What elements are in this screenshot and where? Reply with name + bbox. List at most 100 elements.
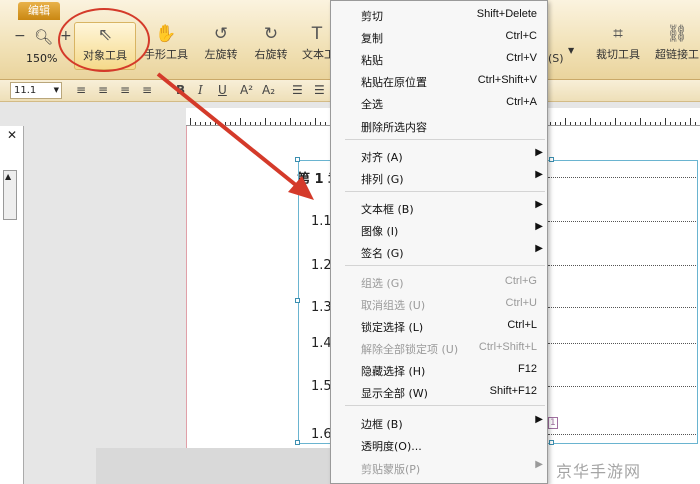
align-right-icon[interactable]: ≡ xyxy=(120,83,130,97)
align-left-icon[interactable]: ≡ xyxy=(76,83,86,97)
tab-edit[interactable]: 编辑 xyxy=(18,2,60,20)
menu-item-shortcut: F12 xyxy=(518,363,537,375)
submenu-arrow-icon: ▶ xyxy=(535,199,543,210)
subscript-icon[interactable]: A₂ xyxy=(262,83,275,97)
ruler-tick xyxy=(565,118,566,125)
ruler-tick xyxy=(605,122,606,125)
menu-item-label: 对齐 (A) xyxy=(361,151,403,164)
ruler-tick xyxy=(205,122,206,125)
menu-item-label: 图像 (I) xyxy=(361,225,399,238)
menu-item-label: 解除全部锁定项 (U) xyxy=(361,343,459,356)
chevron-down-icon[interactable]: ▼ xyxy=(568,46,574,55)
menu-item-label: 排列 (G) xyxy=(361,173,404,186)
menu-item-shortcut: Shift+Delete xyxy=(476,8,537,20)
ruler-tick xyxy=(325,122,326,125)
close-icon[interactable]: ✕ xyxy=(0,128,24,144)
menu-item-select-all[interactable]: 全选 Ctrl+A xyxy=(331,92,549,114)
ruler-tick xyxy=(635,122,636,125)
ruler-tick xyxy=(640,118,641,125)
menu-item-shortcut: Ctrl+Shift+V xyxy=(477,74,537,86)
menu-item-group[interactable]: 组选 (G) Ctrl+G xyxy=(331,271,549,293)
menu-item-textbox[interactable]: 文本框 (B) ▶ xyxy=(331,197,549,219)
menu-item-signature[interactable]: 签名 (G) ▶ xyxy=(331,241,549,263)
ruler-tick xyxy=(620,122,621,125)
rotate-right-button[interactable]: ↻ 右旋转 xyxy=(252,22,290,70)
submenu-arrow-icon: ▶ xyxy=(535,243,543,254)
resize-handle[interactable] xyxy=(549,157,554,162)
menu-item-ungroup[interactable]: 取消组选 (U) Ctrl+U xyxy=(331,293,549,315)
ruler-tick xyxy=(575,122,576,125)
menu-separator xyxy=(345,139,545,140)
chevron-down-icon: ▼ xyxy=(53,86,59,94)
hand-tool-button[interactable]: ✋ 手形工具 xyxy=(142,22,190,70)
ruler-tick xyxy=(260,122,261,125)
align-center-icon[interactable]: ≡ xyxy=(98,83,108,97)
menu-item-image[interactable]: 图像 (I) ▶ xyxy=(331,219,549,241)
ruler-tick xyxy=(305,122,306,125)
ruler-tick xyxy=(555,122,556,125)
workspace-background xyxy=(96,448,350,484)
annotation-circle xyxy=(58,8,150,72)
bold-icon[interactable]: B xyxy=(176,83,185,97)
list-numbered-icon[interactable]: ☰ xyxy=(314,83,325,97)
menu-item-cut[interactable]: 剪切 Shift+Delete xyxy=(331,4,549,26)
ruler-tick xyxy=(690,118,691,125)
ruler-tick xyxy=(650,122,651,125)
ruler-tick xyxy=(250,122,251,125)
ruler-tick xyxy=(225,122,226,125)
resize-handle[interactable] xyxy=(295,157,300,162)
crop-tool-label: 裁切工具 xyxy=(596,48,640,61)
zoom-out-icon[interactable]: − xyxy=(14,28,26,44)
menu-item-hide-selection[interactable]: 隐藏选择 (H) F12 xyxy=(331,359,549,381)
italic-icon[interactable]: I xyxy=(198,83,203,97)
menu-item-paste-in-place[interactable]: 粘贴在原位置 Ctrl+Shift+V xyxy=(331,70,549,92)
menu-item-label: 文本框 (B) xyxy=(361,203,414,216)
menu-item-align[interactable]: 对齐 (A) ▶ xyxy=(331,145,549,167)
ruler-tick xyxy=(665,118,666,125)
ruler-tick xyxy=(550,122,551,125)
menu-item-copy[interactable]: 复制 Ctrl+C xyxy=(331,26,549,48)
menu-item-shortcut: Ctrl+U xyxy=(505,297,537,309)
ruler-tick xyxy=(190,118,191,125)
resize-handle[interactable] xyxy=(295,298,300,303)
ruler-tick xyxy=(660,122,661,125)
rotate-left-button[interactable]: ↺ 左旋转 xyxy=(202,22,240,70)
menu-item-label: 剪切 xyxy=(361,10,383,23)
menu-item-clipping-mask[interactable]: 剪贴蒙版(P) ▶ xyxy=(331,457,549,479)
menu-item-label: 显示全部 (W) xyxy=(361,387,428,400)
underline-icon[interactable]: U xyxy=(218,83,227,97)
menu-separator xyxy=(345,265,545,266)
font-size-select[interactable]: 11.1 ▼ xyxy=(10,82,62,99)
rotate-left-icon: ↺ xyxy=(213,24,229,44)
menu-item-shortcut: Ctrl+C xyxy=(505,30,537,42)
menu-item-shortcut: Ctrl+G xyxy=(504,275,537,287)
ruler-tick xyxy=(280,122,281,125)
menu-item-border[interactable]: 边框 (B) ▶ xyxy=(331,412,549,434)
superscript-icon[interactable]: A² xyxy=(240,83,253,97)
ruler-tick xyxy=(610,122,611,125)
resize-handle[interactable] xyxy=(295,440,300,445)
menu-separator xyxy=(345,191,545,192)
menu-item-show-all[interactable]: 显示全部 (W) Shift+F12 xyxy=(331,381,549,403)
list-icon[interactable]: ☰ xyxy=(292,83,303,97)
align-justify-icon[interactable]: ≡ xyxy=(142,83,152,97)
ruler-tick xyxy=(310,122,311,125)
watermark: 京华手游网 xyxy=(556,462,642,481)
menu-item-shortcut: Ctrl+Shift+L xyxy=(478,341,537,353)
menu-item-opacity[interactable]: 透明度(O)... xyxy=(331,434,549,456)
ruler-tick xyxy=(270,122,271,125)
menu-item-label: 透明度(O)... xyxy=(361,440,422,453)
hyperlink-tool-button[interactable]: ⛓ 超链接工 xyxy=(654,22,700,70)
hand-tool-label: 手形工具 xyxy=(144,48,188,61)
scroll-up-icon[interactable]: ▲ xyxy=(5,172,11,181)
text-tool-button[interactable]: T 文本工 xyxy=(302,22,332,70)
menu-item-paste[interactable]: 粘贴 Ctrl+V xyxy=(331,48,549,70)
menu-item-label: 组选 (G) xyxy=(361,277,404,290)
menu-item-unlock-all[interactable]: 解除全部锁定项 (U) Ctrl+Shift+L xyxy=(331,337,549,359)
menu-item-lock-selection[interactable]: 锁定选择 (L) Ctrl+L xyxy=(331,315,549,337)
resize-handle[interactable] xyxy=(549,440,554,445)
magnifier-icon[interactable]: 🔍︎ xyxy=(34,28,53,46)
menu-item-arrange[interactable]: 排列 (G) ▶ xyxy=(331,167,549,189)
menu-item-delete-selection[interactable]: 删除所选内容 xyxy=(331,115,549,137)
crop-tool-button[interactable]: ⌗ 裁切工具 xyxy=(594,22,642,70)
